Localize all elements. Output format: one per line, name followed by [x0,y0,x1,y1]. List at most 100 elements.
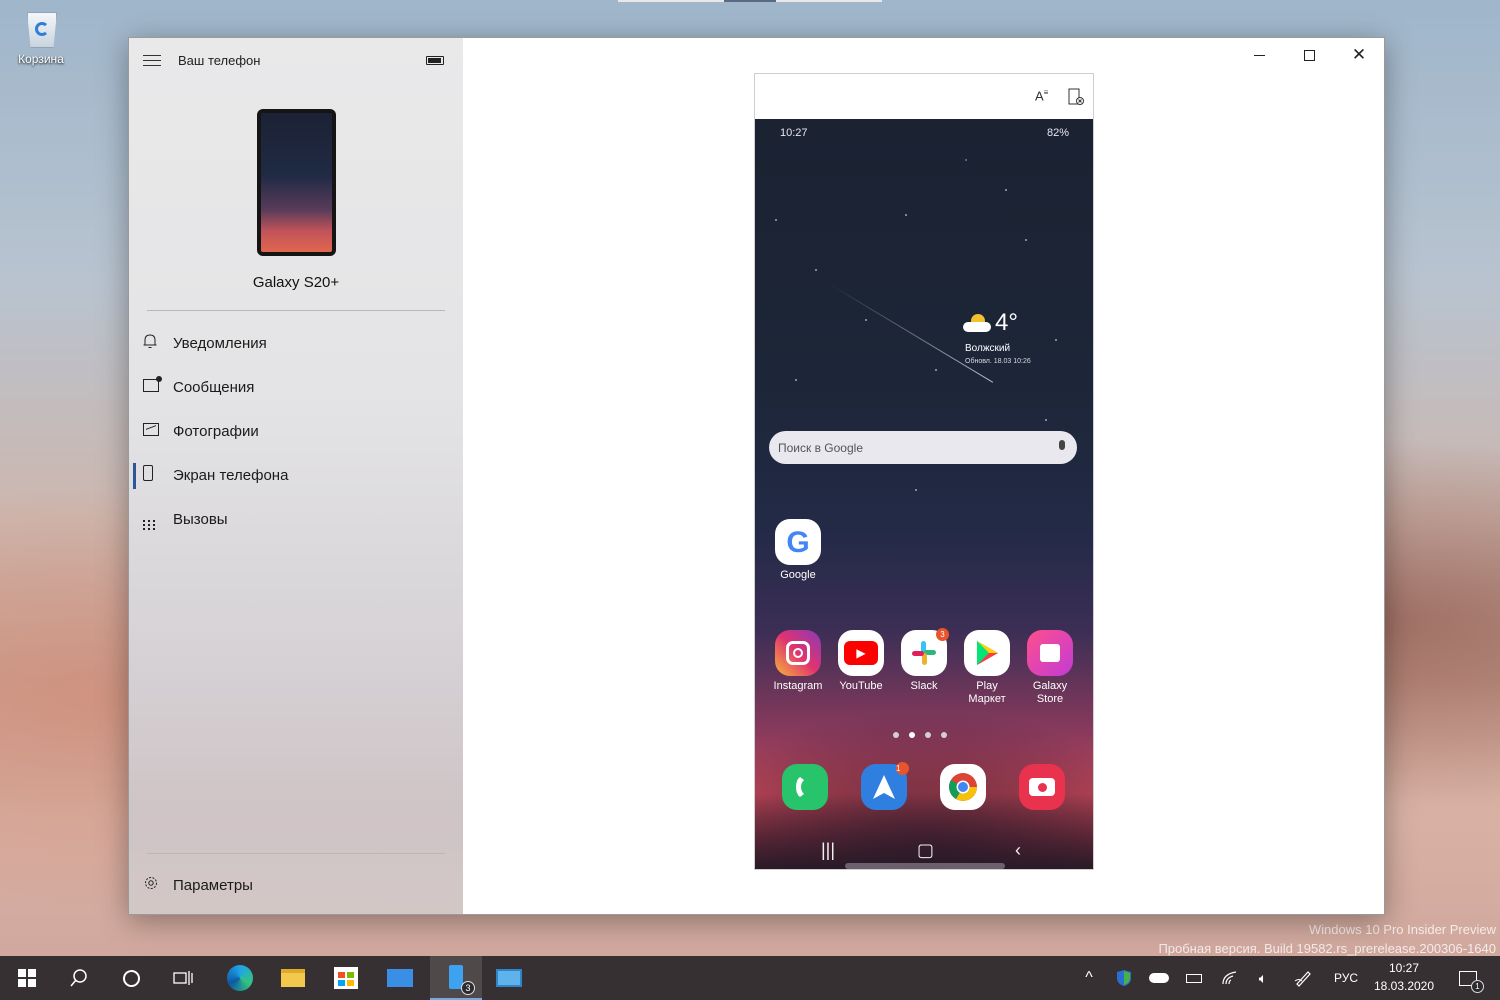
weather-city: Волжский [965,343,1011,354]
task-view-button[interactable] [159,956,207,1000]
google-search-bar[interactable]: Поиск в Google [769,431,1077,464]
mail-button[interactable] [376,956,424,1000]
device-name: Galaxy S20+ [252,274,340,291]
dialpad-icon [133,509,173,530]
maximize-icon [1303,49,1315,61]
pin-window-icon[interactable] [1067,88,1085,109]
edge-taskbar-button[interactable] [216,956,264,1000]
app-label: Google [780,569,816,581]
chrome-app-icon[interactable] [940,764,986,810]
sidebar-item-label: Сообщения [173,378,255,396]
app-play-market[interactable]: Play Маркет [956,630,1018,706]
app-google[interactable]: G Google [767,519,829,582]
hamburger-menu-icon[interactable] [143,55,161,67]
message-icon [133,375,173,396]
taskbar: 3 ^ 🔈︎ РУС 10:27 18.03.2020 1 [0,956,1500,1000]
mail-icon [387,969,413,987]
your-phone-window: Ваш телефон Galaxy S20+ Уведомления Сооб… [128,37,1385,915]
app-slack[interactable]: 3 Slack [893,628,955,693]
recycle-bin[interactable]: Корзина [10,4,72,66]
app-youtube[interactable]: ▶ YouTube [830,630,892,693]
sidebar: Ваш телефон Galaxy S20+ Уведомления Сооб… [129,38,463,914]
recents-button[interactable]: ||| [821,840,835,861]
slack-badge: 3 [936,628,949,641]
cortana-button[interactable] [107,956,155,1000]
pen-icon [1294,971,1311,987]
notification-badge: 1 [1471,979,1484,993]
close-button[interactable]: ✕ [1334,38,1384,72]
slack-icon: 3 [901,628,949,676]
page-indicator [893,732,947,738]
onedrive-tray-button[interactable] [1146,956,1172,1000]
camera-app-icon[interactable] [1019,764,1065,810]
sidebar-item-photos[interactable]: Фотографии [133,411,459,451]
gear-icon [133,875,173,895]
window-controls: ✕ [1234,38,1384,72]
sidebar-item-label: Параметры [173,876,253,894]
app-label: Galaxy Store [1032,680,1068,705]
defender-tray-button[interactable] [1112,956,1136,1000]
sidebar-item-notifications[interactable]: Уведомления [133,323,459,363]
phone-app-icon[interactable] [782,764,828,810]
phone-screen-icon [133,465,173,485]
notification-icon: 1 [1459,970,1484,993]
search-button[interactable] [55,956,103,1000]
pen-workspace-button[interactable] [1290,956,1316,1000]
clock[interactable]: 10:27 18.03.2020 [1366,961,1442,993]
task-view-icon [173,971,193,985]
file-explorer-button[interactable] [269,956,317,1000]
minimize-button[interactable] [1234,38,1284,72]
spark-badge: 1 [896,762,909,775]
app-label: YouTube [839,680,883,692]
phone-screen[interactable]: 10:27 82% 4° Волжский Обновл. 18.03 10:2… [755,119,1093,869]
spark-app-icon[interactable]: 1 [861,762,909,810]
sidebar-item-settings[interactable]: Параметры [133,865,459,905]
mic-icon[interactable] [1059,440,1065,450]
battery-tray-button[interactable] [1182,956,1206,1000]
windows-logo-icon [18,969,36,987]
start-button[interactable] [3,956,51,1000]
clock-time: 10:27 [1388,961,1420,975]
windows-watermark: Windows 10 Pro Insider Preview Пробная в… [1158,920,1496,958]
play-store-icon [964,630,1010,676]
show-hidden-icons-button[interactable]: ^ [1078,956,1100,1000]
meteor-streak [829,284,994,383]
weather-temperature: 4° [995,309,1018,336]
shield-icon [1117,970,1131,986]
home-button[interactable]: ▢ [917,840,934,861]
top-edge-tabs [618,0,882,2]
back-button[interactable]: ‹ [1015,840,1021,861]
app-title: Ваш телефон [178,53,261,68]
store-icon [334,967,358,989]
sidebar-item-calls[interactable]: Вызовы [133,499,459,539]
phone-status-bar: 10:27 82% [755,119,1093,145]
google-icon: G [775,519,821,565]
network-tray-button[interactable] [1217,956,1243,1000]
partly-sunny-icon [963,314,993,332]
phone-mirror-panel: A≡ 10:27 82% 4° Волжский Обновл. 18.03 1… [754,73,1094,870]
folder-icon [281,969,305,987]
app-galaxy-store[interactable]: Galaxy Store [1019,630,1081,706]
volume-tray-button[interactable]: 🔈︎ [1250,956,1276,1000]
instagram-icon [775,630,821,676]
maximize-button[interactable] [1284,38,1334,72]
sidebar-divider [147,310,445,311]
app-instagram[interactable]: Instagram [767,630,829,693]
text-size-icon[interactable]: A≡ [1035,88,1048,103]
remote-desktop-button[interactable] [485,956,533,1000]
edge-icon [227,965,253,991]
your-phone-taskbar-button[interactable]: 3 [430,956,482,1000]
sidebar-item-label: Экран телефона [173,466,289,484]
app-label: Slack [910,680,938,692]
galaxy-store-icon [1027,630,1073,676]
sidebar-item-messages[interactable]: Сообщения [133,367,459,407]
close-icon: ✕ [1351,45,1367,64]
sidebar-item-phone-screen[interactable]: Экран телефона [133,455,459,495]
speaker-icon: 🔈︎ [1258,969,1268,986]
search-icon [70,969,87,987]
app-label: Instagram [773,680,823,692]
sidebar-item-label: Уведомления [173,334,267,352]
store-button[interactable] [322,956,370,1000]
language-indicator[interactable]: РУС [1326,956,1366,1000]
action-center-button[interactable]: 1 [1448,956,1488,1000]
